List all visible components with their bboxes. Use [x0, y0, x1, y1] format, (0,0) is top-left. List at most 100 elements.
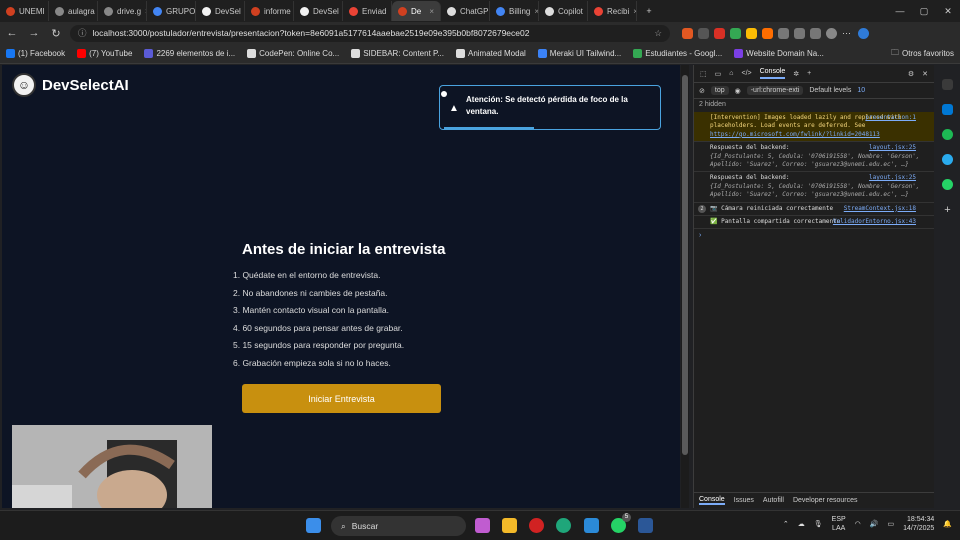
windows-start-icon[interactable] [306, 518, 321, 533]
clear-console-icon[interactable]: ⊘ [699, 87, 705, 95]
mic-icon[interactable]: 🎙 [814, 520, 823, 528]
scrollbar-thumb[interactable] [682, 75, 688, 455]
console-prompt[interactable]: › [694, 229, 934, 242]
browser-tab[interactable]: Copilot× [539, 1, 588, 21]
extension-icon[interactable] [762, 27, 773, 39]
brand-logo[interactable]: ☺ DevSelectAI [12, 73, 129, 97]
favorites-icon[interactable] [794, 27, 805, 39]
avatar[interactable] [826, 27, 837, 39]
battery-icon[interactable]: ▭ [888, 520, 895, 528]
whatsapp-icon[interactable] [942, 179, 953, 190]
browser-tab[interactable]: UNEMI× [0, 1, 49, 21]
context-select[interactable]: top [710, 86, 729, 95]
bookmark-item[interactable]: 2269 elementos de i... [144, 49, 235, 58]
opera-icon[interactable] [529, 518, 544, 533]
elements-icon[interactable]: ⌂ [729, 70, 733, 77]
settings-icon[interactable]: ⚙ [908, 70, 914, 78]
inspect-icon[interactable]: ⬚ [700, 70, 707, 78]
sources-icon[interactable]: </> [741, 70, 751, 77]
browser-tab[interactable]: Billing × [490, 1, 539, 21]
bookmark-item[interactable]: Meraki UI Tailwind... [537, 49, 621, 58]
add-icon[interactable]: + [942, 204, 953, 216]
vscode-icon[interactable] [584, 518, 599, 533]
telegram-icon[interactable] [942, 154, 953, 165]
onedrive-icon[interactable]: ☁ [798, 520, 805, 528]
device-icon[interactable]: ▭ [715, 70, 722, 78]
extension-icon[interactable] [714, 27, 725, 39]
bookmark-item[interactable]: Website Domain Na... [734, 49, 824, 58]
word-icon[interactable] [638, 518, 653, 533]
extension-icon[interactable] [746, 27, 757, 39]
more-tabs-icon[interactable]: + [807, 70, 811, 77]
extensions-icon[interactable] [778, 27, 789, 39]
close-devtools-icon[interactable]: ✕ [922, 70, 928, 78]
browser-tab[interactable]: drive.g× [98, 1, 147, 21]
browser-tab[interactable]: Enviad× [343, 1, 392, 21]
filter-input[interactable]: -url:chrome-exti [746, 86, 804, 95]
message-source-link[interactable]: layout.jsx:25 [869, 144, 916, 152]
drawer-tab[interactable]: Console [699, 496, 725, 505]
browser-tab[interactable]: DevSel× [294, 1, 343, 21]
start-interview-button[interactable]: Iniciar Entrevista [242, 384, 441, 413]
browser-tab[interactable]: Recibi× [588, 1, 637, 21]
bookmark-item[interactable]: CodePen: Online Co... [247, 49, 339, 58]
browser-tab[interactable]: DevSel× [196, 1, 245, 21]
close-window-button[interactable]: ✕ [936, 6, 960, 17]
new-tab-button[interactable]: + [637, 6, 661, 16]
drawer-tab[interactable]: Developer resources [793, 497, 858, 504]
extension-icon[interactable] [682, 27, 693, 39]
forward-icon[interactable]: → [26, 27, 42, 39]
clock[interactable]: 18:54:34 14/7/2025 [903, 515, 934, 533]
message-object[interactable]: {Id_Postulante: 5, Cedula: '0706191558',… [710, 153, 929, 170]
reload-icon[interactable]: ↻ [48, 27, 64, 40]
browser-tab[interactable]: ChatGP× [441, 1, 490, 21]
url-bar[interactable]: ⓘ localhost:3000/postulador/entrevista/p… [70, 24, 670, 42]
message-source-link[interactable]: ValidadorEntorno.jsx:43 [833, 218, 916, 226]
file-explorer-icon[interactable] [502, 518, 517, 533]
outlook-icon[interactable] [942, 104, 953, 115]
levels-select[interactable]: Default levels [809, 87, 851, 94]
maximize-button[interactable]: ▢ [912, 6, 936, 17]
site-info-icon[interactable]: ⓘ [78, 27, 87, 39]
browser-tab[interactable]: GRUPO× [147, 1, 196, 21]
bookmark-item[interactable]: Estudiantes - Googl... [633, 49, 722, 58]
wifi-icon[interactable]: ◠ [855, 520, 861, 528]
copilot-icon[interactable] [858, 27, 869, 39]
volume-icon[interactable]: 🔊 [870, 520, 879, 528]
browser-tab[interactable]: aulagra× [49, 1, 98, 21]
search-icon[interactable] [942, 79, 953, 90]
issues-count[interactable]: 10 [857, 87, 865, 94]
star-icon[interactable]: ☆ [654, 28, 662, 39]
notifications-icon[interactable]: 🔔 [943, 520, 952, 528]
browser-tab[interactable]: De × [392, 1, 441, 21]
eye-icon[interactable]: ◉ [735, 87, 741, 95]
close-tab-icon[interactable]: × [429, 7, 434, 16]
drawer-tab[interactable]: Issues [734, 497, 754, 504]
copilot-app-icon[interactable] [475, 518, 490, 533]
extension-icon[interactable] [730, 27, 741, 39]
message-object[interactable]: {Id_Postulante: 5, Cedula: '0706191558',… [710, 183, 929, 200]
tab-console[interactable]: Console [759, 68, 786, 79]
browser-tab[interactable]: informe× [245, 1, 294, 21]
bookmark-item[interactable]: (1) Facebook [6, 49, 65, 58]
message-source-link[interactable]: layout.jsx:25 [869, 174, 916, 182]
message-source-link[interactable]: StreamContext.jsx:18 [844, 205, 916, 213]
taskbar-search[interactable]: ⌕ Buscar [331, 516, 466, 536]
page-scrollbar[interactable] [681, 65, 689, 508]
other-favorites[interactable]: 🗀 Otros favoritos [891, 47, 954, 61]
menu-icon[interactable]: ⋯ [842, 28, 853, 39]
message-link[interactable]: https://go.microsoft.com/fwlink/?linkid=… [710, 131, 880, 138]
bookmark-item[interactable]: (7) YouTube [77, 49, 132, 58]
bookmark-item[interactable]: SIDEBAR: Content P... [351, 49, 444, 58]
drawer-tab[interactable]: Autofill [763, 497, 784, 504]
performance-icon[interactable]: ✲ [793, 70, 799, 78]
spotify-icon[interactable] [942, 129, 953, 140]
edge-icon[interactable] [556, 518, 571, 533]
download-icon[interactable] [810, 27, 821, 39]
chevron-up-icon[interactable]: ⌃ [783, 520, 789, 528]
whatsapp-taskbar-icon[interactable]: 5 [611, 513, 631, 533]
bookmark-item[interactable]: Animated Modal [455, 49, 526, 58]
message-source-link[interactable]: presentacion:1 [865, 114, 916, 122]
language-indicator[interactable]: ESP LAA [832, 515, 846, 533]
minimize-button[interactable]: — [888, 6, 912, 17]
